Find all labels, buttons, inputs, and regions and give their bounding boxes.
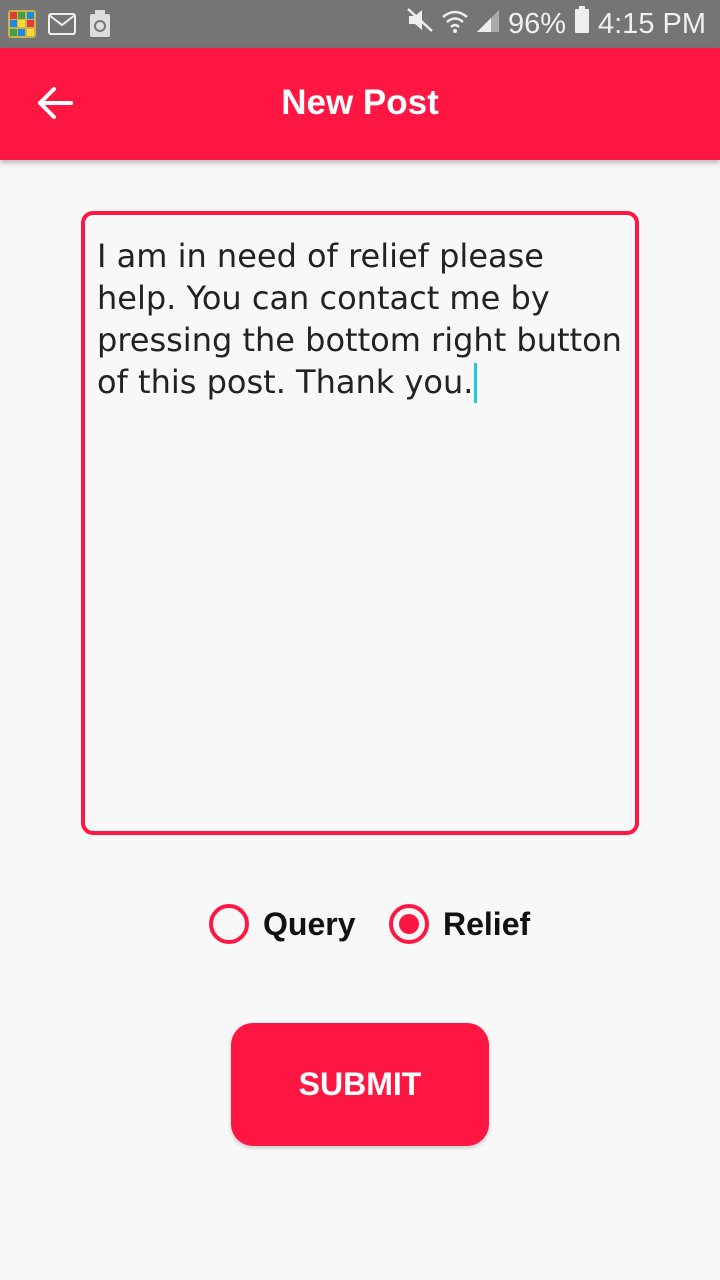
app-grid-icon	[8, 10, 36, 43]
radio-relief-label: Relief	[443, 905, 531, 942]
battery-icon	[574, 6, 590, 42]
radio-unchecked-icon	[209, 904, 249, 944]
mail-icon	[48, 13, 76, 40]
status-bar-notifications	[8, 10, 112, 43]
post-text-value: I am in need of relief please help. You …	[97, 237, 633, 401]
radio-relief[interactable]: Relief	[389, 904, 530, 944]
status-bar-system: 96% 4:15 PM	[406, 6, 706, 42]
page-title: New Post	[281, 83, 439, 122]
post-type-radio-group: Query Relief	[0, 904, 720, 948]
battery-percent: 96%	[507, 7, 566, 40]
app-bar: New Post	[0, 48, 720, 160]
mute-icon	[406, 7, 434, 41]
radio-checked-icon	[389, 904, 429, 944]
signal-icon	[476, 8, 500, 41]
clock: 4:15 PM	[598, 7, 706, 40]
wifi-icon	[442, 8, 468, 41]
submit-button[interactable]: SUBMIT	[231, 1023, 489, 1146]
text-cursor	[474, 363, 478, 403]
post-text-input[interactable]: I am in need of relief please help. You …	[81, 211, 639, 835]
recycle-icon	[88, 10, 112, 43]
radio-query-label: Query	[263, 905, 356, 942]
radio-query[interactable]: Query	[209, 904, 355, 944]
status-bar: 96% 4:15 PM	[0, 0, 720, 48]
